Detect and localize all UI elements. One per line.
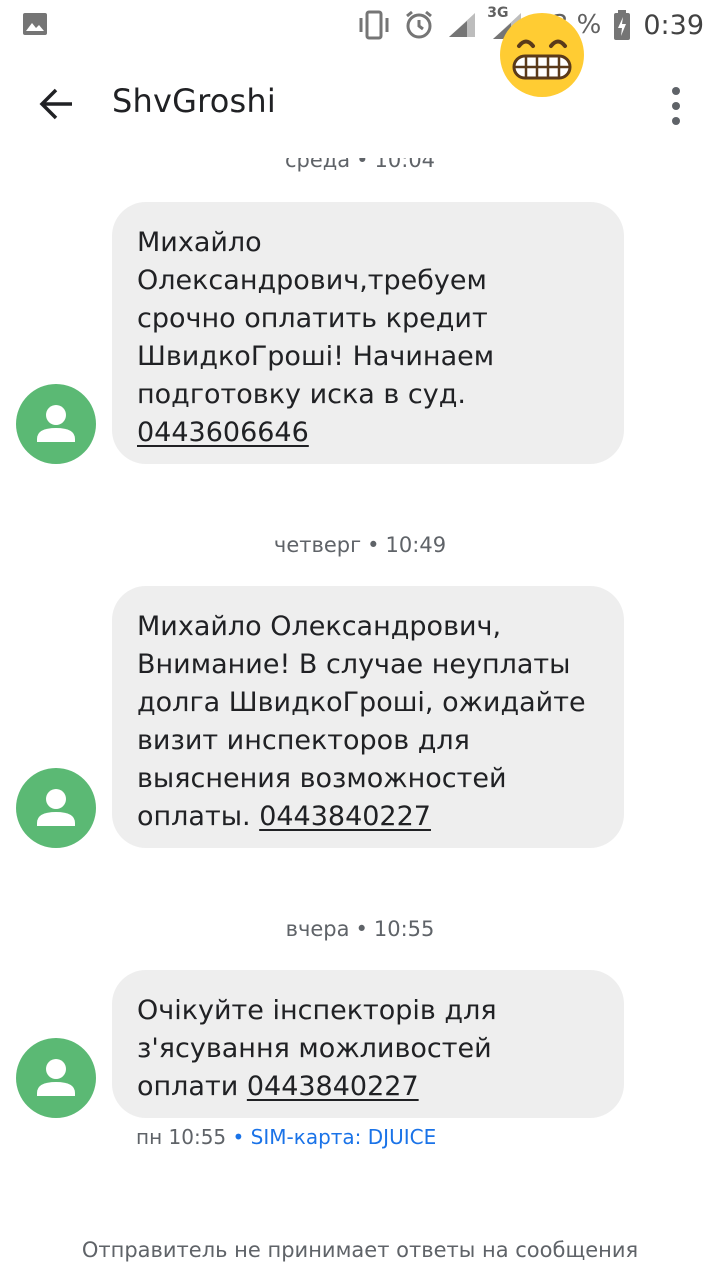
status-bar: 3G 83 % 0:39 xyxy=(0,0,720,50)
date-separator: четверг • 10:49 xyxy=(273,533,447,557)
date-separator: вчера • 10:55 xyxy=(285,917,435,941)
message-bubble[interactable]: Михайло Олександрович, Внимание! В случа… xyxy=(112,586,624,848)
back-button[interactable] xyxy=(34,82,78,126)
more-vert-icon xyxy=(672,87,680,95)
message-time: пн 10:55 xyxy=(136,1125,227,1149)
message-meta: пн 10:55 • SIM-карта: DJUICE xyxy=(136,1125,437,1149)
arrow-back-icon xyxy=(39,88,72,120)
person-icon xyxy=(37,1059,75,1096)
date-time: 10:49 xyxy=(385,533,447,557)
conversation-header: ShvGroshi xyxy=(0,62,720,146)
person-icon xyxy=(37,405,75,442)
alarm-icon xyxy=(403,9,435,41)
message-bubble[interactable]: Михайло Олександрович,требуем срочно опл… xyxy=(112,202,624,464)
vibrate-icon xyxy=(357,10,391,40)
phone-link[interactable]: 0443606646 xyxy=(137,417,309,448)
date-time: 10:55 xyxy=(373,917,435,941)
sender-avatar[interactable] xyxy=(16,384,96,464)
gallery-icon xyxy=(22,12,48,36)
date-day: четверг xyxy=(273,533,362,557)
message-bubble[interactable]: Очікуйте інспекторів для з'ясування можл… xyxy=(112,970,624,1118)
signal-icon xyxy=(447,11,477,39)
grimacing-face-emoji xyxy=(499,12,585,98)
no-reply-notice: Отправитель не принимает ответы на сообщ… xyxy=(81,1238,639,1262)
date-day: вчера xyxy=(285,917,350,941)
phone-link[interactable]: 0443840227 xyxy=(259,801,431,832)
sender-avatar[interactable] xyxy=(16,768,96,848)
phone-link[interactable]: 0443840227 xyxy=(247,1071,419,1102)
sim-label: SIM-карта: DJUICE xyxy=(250,1125,437,1149)
more-options-button[interactable] xyxy=(656,82,696,130)
conversation-title[interactable]: ShvGroshi xyxy=(112,82,276,120)
battery-charging-icon xyxy=(613,9,631,41)
person-icon xyxy=(37,789,75,826)
clock: 0:39 xyxy=(643,9,704,41)
sender-avatar[interactable] xyxy=(16,1038,96,1118)
